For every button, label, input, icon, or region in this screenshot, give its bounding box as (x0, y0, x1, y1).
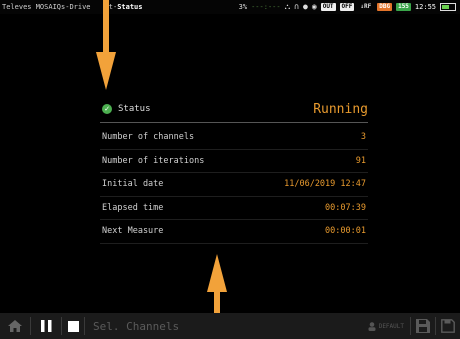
headphones-icon: ∩ (294, 2, 300, 11)
battery-icon (440, 3, 456, 11)
row-number-of-iterations: Number of iterations 91 (100, 150, 368, 173)
home-button[interactable] (0, 313, 30, 339)
default-button[interactable]: DEFAULT (368, 321, 410, 331)
cpu-percent: 3% (238, 3, 248, 11)
row-value: 00:07:39 (325, 202, 366, 213)
row-label: Number of iterations (102, 155, 205, 166)
row-value: 3 (360, 132, 366, 143)
arrow-down-icon (96, 0, 116, 90)
row-value: 91 (355, 155, 366, 166)
status-rows: Number of channels 3 Number of iteration… (100, 126, 368, 244)
save-button[interactable] (411, 313, 435, 339)
save-icon (416, 319, 430, 333)
cpu-graph: ---:--- (251, 3, 281, 11)
clock: 12:55 (414, 3, 436, 11)
section-title: Status (117, 3, 143, 11)
save-as-button[interactable] (436, 313, 460, 339)
row-value: 11/06/2019 12:47 (284, 179, 366, 190)
status-label: Status (118, 104, 151, 114)
user-icon (368, 321, 376, 331)
row-elapsed-time: Elapsed time 00:07:39 (100, 197, 368, 220)
pause-button[interactable] (31, 313, 61, 339)
row-value: 00:00:01 (325, 226, 366, 237)
stop-button[interactable] (62, 313, 84, 339)
status-header: ✓ Status Running (100, 96, 368, 123)
default-label: DEFAULT (378, 322, 404, 330)
location-icon: ● (303, 2, 308, 11)
pause-icon (40, 320, 51, 332)
row-number-of-channels: Number of channels 3 (100, 126, 368, 150)
output-badge: OUT (320, 3, 336, 11)
row-label: Initial date (102, 179, 164, 190)
status-panel: ✓ Status Running Number of channels 3 Nu… (100, 96, 368, 244)
window-title: Televes MOSAIQs-Drive st-Status (2, 0, 142, 14)
app-title: Televes MOSAIQ (2, 3, 62, 11)
status-value: Running (313, 101, 368, 117)
check-icon: ✓ (102, 104, 112, 114)
row-label: Elapsed time (102, 202, 164, 213)
stop-icon (67, 320, 79, 332)
rf-badge: ↓RF (360, 3, 372, 10)
row-initial-date: Initial date 11/06/2019 12:47 (100, 173, 368, 197)
row-next-measure: Next Measure 00:00:01 (100, 220, 368, 244)
status-indicators: 3% ---:--- ⛬ ∩ ● ◉ OUT OFF ↓RF DBG 155 1… (239, 0, 456, 14)
app-title-fragment: s-Drive (61, 3, 91, 11)
row-label: Number of channels (102, 132, 195, 143)
dbg-badge: DBG (377, 3, 393, 11)
network-icon: ⛬ (284, 2, 291, 11)
gps-icon: ◉ (311, 2, 317, 11)
sel-channels-button[interactable]: Sel. Channels (85, 320, 179, 333)
row-label: Next Measure (102, 226, 164, 237)
off-badge: OFF (339, 3, 355, 11)
save-as-icon (441, 319, 455, 333)
home-icon (8, 320, 22, 332)
bottom-toolbar: Sel. Channels DEFAULT (0, 313, 460, 339)
status-bar: Televes MOSAIQs-Drive st-Status 3% ---:--… (0, 0, 460, 14)
count-badge: 155 (396, 3, 411, 11)
